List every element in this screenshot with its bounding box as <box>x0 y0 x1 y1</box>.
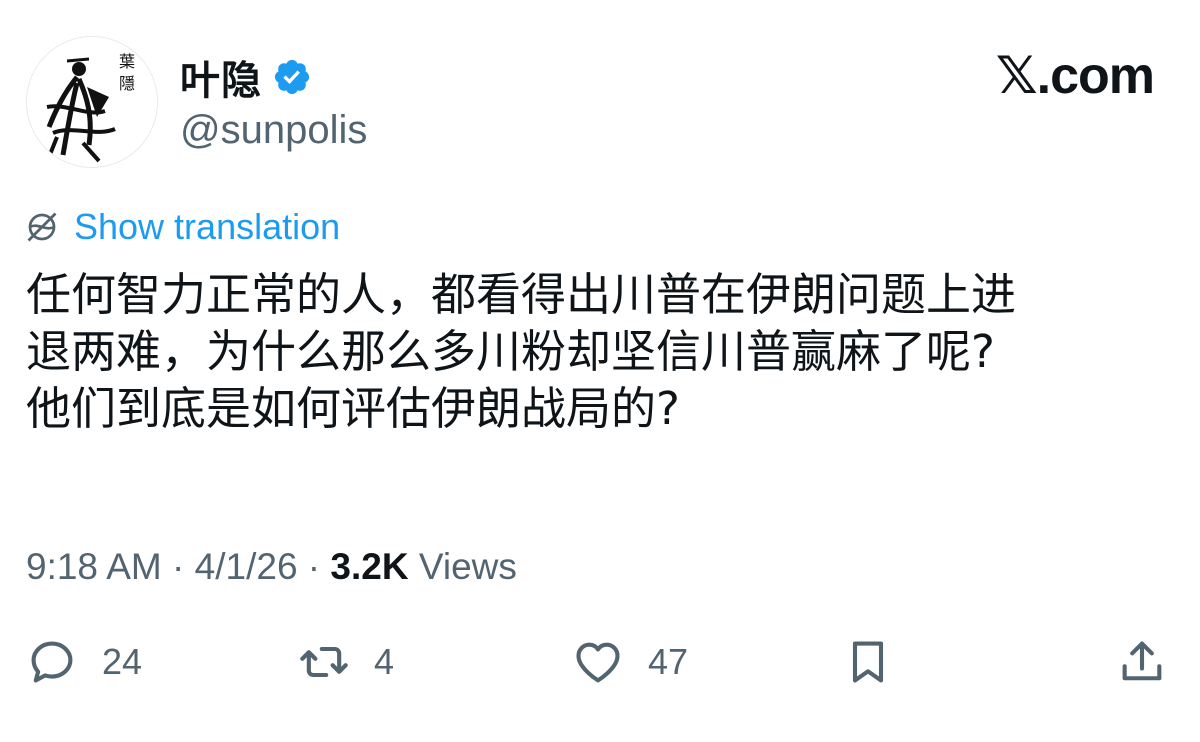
author-name-row: 叶隐 <box>180 48 312 106</box>
brand-label: 𝕏.com <box>995 47 1155 105</box>
views-label: Views <box>408 546 517 587</box>
show-translation-link[interactable]: Show translation <box>74 206 340 248</box>
tweet-line: 退两难，为什么那么多川粉却坚信川普赢麻了呢? <box>26 325 995 378</box>
heart-icon <box>576 642 620 683</box>
tweet-line: 他们到底是如何评估伊朗战局的? <box>26 382 680 435</box>
action-bar: 24 4 47 <box>0 636 1200 696</box>
tweet-line: 任何智力正常的人，都看得出川普在伊朗问题上进 <box>26 268 1017 321</box>
avatar[interactable]: 葉 隱 <box>26 36 158 168</box>
ink-figure-avatar-icon: 葉 隱 <box>27 37 157 167</box>
like-count: 47 <box>648 641 689 682</box>
author-handle[interactable]: @sunpolis <box>180 108 367 153</box>
like-button[interactable]: 47 <box>572 636 688 688</box>
tweet-text: 任何智力正常的人，都看得出川普在伊朗问题上进 退两难，为什么那么多川粉却坚信川普… <box>26 266 1176 437</box>
repost-button[interactable]: 4 <box>298 636 394 688</box>
share-button[interactable] <box>1116 636 1168 688</box>
bookmark-button[interactable] <box>842 636 894 688</box>
reply-button[interactable]: 24 <box>26 636 142 688</box>
reply-icon <box>31 641 73 683</box>
tweet-meta: 9:18 AM · 4/1/26 · 3.2K Views <box>26 546 517 588</box>
translation-row[interactable]: Show translation <box>24 206 340 248</box>
author-display-name[interactable]: 叶隐 <box>180 48 262 106</box>
tweet-date[interactable]: 4/1/26 <box>195 546 298 587</box>
bookmark-icon <box>852 641 884 683</box>
repost-count: 4 <box>374 641 395 682</box>
meta-separator: · <box>161 546 195 587</box>
svg-text:隱: 隱 <box>119 74 135 93</box>
svg-text:葉: 葉 <box>119 52 135 71</box>
repost-icon <box>300 646 348 678</box>
tweet-time[interactable]: 9:18 AM <box>26 546 162 587</box>
share-icon <box>1122 641 1162 681</box>
globe-icon <box>27 212 57 242</box>
verified-badge-icon <box>274 59 310 95</box>
views-count: 3.2K <box>330 546 409 587</box>
meta-separator: · <box>297 546 331 587</box>
reply-count: 24 <box>102 641 143 682</box>
